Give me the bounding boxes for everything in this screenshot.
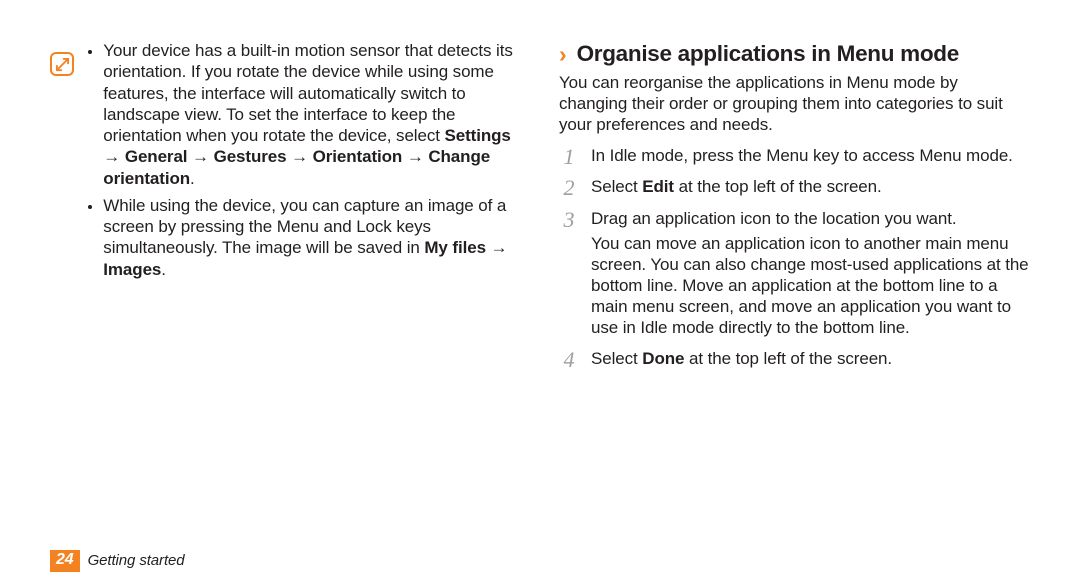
section-heading: › Organise applications in Menu mode xyxy=(559,40,1030,68)
step-number: 4 xyxy=(559,349,579,374)
note-item: While using the device, you can capture … xyxy=(103,195,521,280)
left-column: Your device has a built-in motion sensor… xyxy=(50,40,521,379)
step: 4 Select Done at the top left of the scre… xyxy=(559,348,1030,373)
step: 2 Select Edit at the top left of the scre… xyxy=(559,176,1030,201)
step: 1 In Idle mode, press the Menu key to acc… xyxy=(559,145,1030,170)
step-body: Select Done at the top left of the scree… xyxy=(591,348,1030,373)
step-number: 1 xyxy=(559,146,579,171)
intro-paragraph: You can reorganise the applications in M… xyxy=(559,72,1030,135)
chevron-icon: › xyxy=(559,43,567,66)
steps-list: 1 In Idle mode, press the Menu key to acc… xyxy=(559,145,1030,373)
step: 3Drag an application icon to the locatio… xyxy=(559,208,1030,342)
right-column: › Organise applications in Menu mode You… xyxy=(559,40,1030,379)
note-list: Your device has a built-in motion sensor… xyxy=(88,40,521,286)
step-number: 3 xyxy=(559,209,579,343)
note-icon xyxy=(50,52,74,76)
step-body: Select Edit at the top left of the scree… xyxy=(591,176,1030,201)
step-body: In Idle mode, press the Menu key to acce… xyxy=(591,145,1030,170)
step-body: Drag an application icon to the location… xyxy=(591,208,1030,342)
page-number: 24 xyxy=(50,550,80,572)
note-block: Your device has a built-in motion sensor… xyxy=(50,40,521,286)
page-footer: 24 Getting started xyxy=(50,550,185,572)
heading-text: Organise applications in Menu mode xyxy=(577,40,959,68)
chapter-name: Getting started xyxy=(88,552,185,571)
step-number: 2 xyxy=(559,177,579,202)
note-item: Your device has a built-in motion sensor… xyxy=(103,40,521,189)
